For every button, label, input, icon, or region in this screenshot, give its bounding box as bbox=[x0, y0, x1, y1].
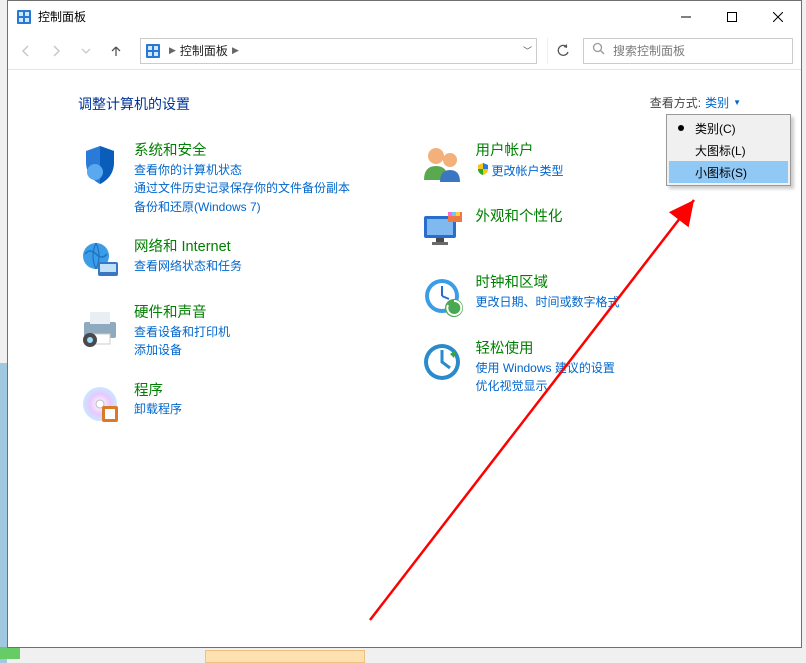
users-icon bbox=[420, 142, 464, 186]
back-button[interactable] bbox=[12, 37, 40, 65]
control-panel-icon bbox=[145, 43, 161, 59]
category-link[interactable]: 更改帐户类型 bbox=[476, 162, 564, 181]
minimize-button[interactable] bbox=[663, 1, 709, 32]
category-left-1: 网络和 Internet查看网络状态和任务 bbox=[78, 238, 400, 282]
address-dropdown-button[interactable]: ﹀ bbox=[523, 44, 532, 57]
view-by-dropdown: 类别(C)大图标(L)小图标(S) bbox=[666, 114, 791, 186]
window-title: 控制面板 bbox=[38, 8, 86, 25]
view-by: 查看方式: 类别 ▼ bbox=[650, 94, 741, 111]
clock-icon bbox=[420, 274, 464, 318]
close-button[interactable] bbox=[755, 1, 801, 32]
toolbar: ▶ 控制面板 ▶ ﹀ 搜索控制面板 bbox=[8, 32, 801, 70]
titlebar: 控制面板 bbox=[8, 1, 801, 32]
category-title[interactable]: 外观和个性化 bbox=[476, 208, 563, 227]
search-icon bbox=[592, 42, 605, 60]
breadcrumb-root[interactable]: 控制面板 bbox=[180, 42, 228, 59]
category-link[interactable]: 卸载程序 bbox=[134, 401, 182, 418]
forward-button[interactable] bbox=[42, 37, 70, 65]
globe-icon bbox=[78, 238, 122, 282]
category-left-0: 系统和安全查看你的计算机状态通过文件历史记录保存你的文件备份副本备份和还原(Wi… bbox=[78, 142, 400, 216]
category-title[interactable]: 网络和 Internet bbox=[134, 238, 242, 257]
chevron-down-icon[interactable]: ▼ bbox=[733, 98, 741, 107]
monitor-icon bbox=[420, 208, 464, 252]
recent-locations-button[interactable] bbox=[72, 37, 100, 65]
category-title[interactable]: 硬件和声音 bbox=[134, 304, 230, 323]
view-by-value[interactable]: 类别 bbox=[705, 94, 729, 111]
category-link[interactable]: 优化视觉显示 bbox=[476, 378, 615, 395]
category-title[interactable]: 时钟和区域 bbox=[476, 274, 620, 293]
ease-icon bbox=[420, 340, 464, 384]
address-bar[interactable]: ▶ 控制面板 ▶ ﹀ bbox=[140, 38, 537, 64]
printer-icon bbox=[78, 304, 122, 348]
category-title[interactable]: 用户帐户 bbox=[476, 142, 564, 161]
category-link[interactable]: 查看设备和打印机 bbox=[134, 324, 230, 341]
category-link[interactable]: 通过文件历史记录保存你的文件备份副本 bbox=[134, 180, 350, 197]
category-left-3: 程序卸载程序 bbox=[78, 382, 400, 426]
category-link[interactable]: 更改日期、时间或数字格式 bbox=[476, 294, 620, 311]
category-link[interactable]: 查看你的计算机状态 bbox=[134, 162, 350, 179]
category-link[interactable]: 使用 Windows 建议的设置 bbox=[476, 360, 615, 377]
view-by-option-1[interactable]: 大图标(L) bbox=[669, 139, 788, 161]
maximize-button[interactable] bbox=[709, 1, 755, 32]
search-placeholder: 搜索控制面板 bbox=[613, 42, 685, 59]
category-title[interactable]: 轻松使用 bbox=[476, 340, 615, 359]
control-panel-window: 控制面板 ▶ 控制面板 ▶ ﹀ 搜索控制面板 调整计算机的设置 查看方式: bbox=[7, 0, 802, 648]
category-right-3: 轻松使用使用 Windows 建议的设置优化视觉显示 bbox=[420, 340, 742, 396]
category-title[interactable]: 程序 bbox=[134, 382, 182, 401]
up-button[interactable] bbox=[102, 37, 130, 65]
category-link[interactable]: 备份和还原(Windows 7) bbox=[134, 199, 350, 216]
cd-icon bbox=[78, 382, 122, 426]
category-left-2: 硬件和声音查看设备和打印机添加设备 bbox=[78, 304, 400, 360]
shield-icon bbox=[78, 142, 122, 186]
breadcrumb-separator-icon[interactable]: ▶ bbox=[232, 45, 239, 56]
category-link[interactable]: 查看网络状态和任务 bbox=[134, 258, 242, 275]
category-link[interactable]: 添加设备 bbox=[134, 342, 230, 359]
control-panel-icon bbox=[16, 9, 32, 25]
page-heading: 调整计算机的设置 bbox=[78, 94, 741, 114]
view-by-label: 查看方式: bbox=[650, 94, 701, 111]
category-right-2: 时钟和区域更改日期、时间或数字格式 bbox=[420, 274, 742, 318]
search-input[interactable]: 搜索控制面板 bbox=[583, 38, 793, 64]
refresh-button[interactable] bbox=[547, 38, 577, 64]
category-right-1: 外观和个性化 bbox=[420, 208, 742, 252]
view-by-option-2[interactable]: 小图标(S) bbox=[669, 161, 788, 183]
uac-shield-icon bbox=[476, 162, 490, 181]
view-by-option-0[interactable]: 类别(C) bbox=[669, 117, 788, 139]
breadcrumb-separator-icon[interactable]: ▶ bbox=[169, 45, 176, 56]
category-title[interactable]: 系统和安全 bbox=[134, 142, 350, 161]
